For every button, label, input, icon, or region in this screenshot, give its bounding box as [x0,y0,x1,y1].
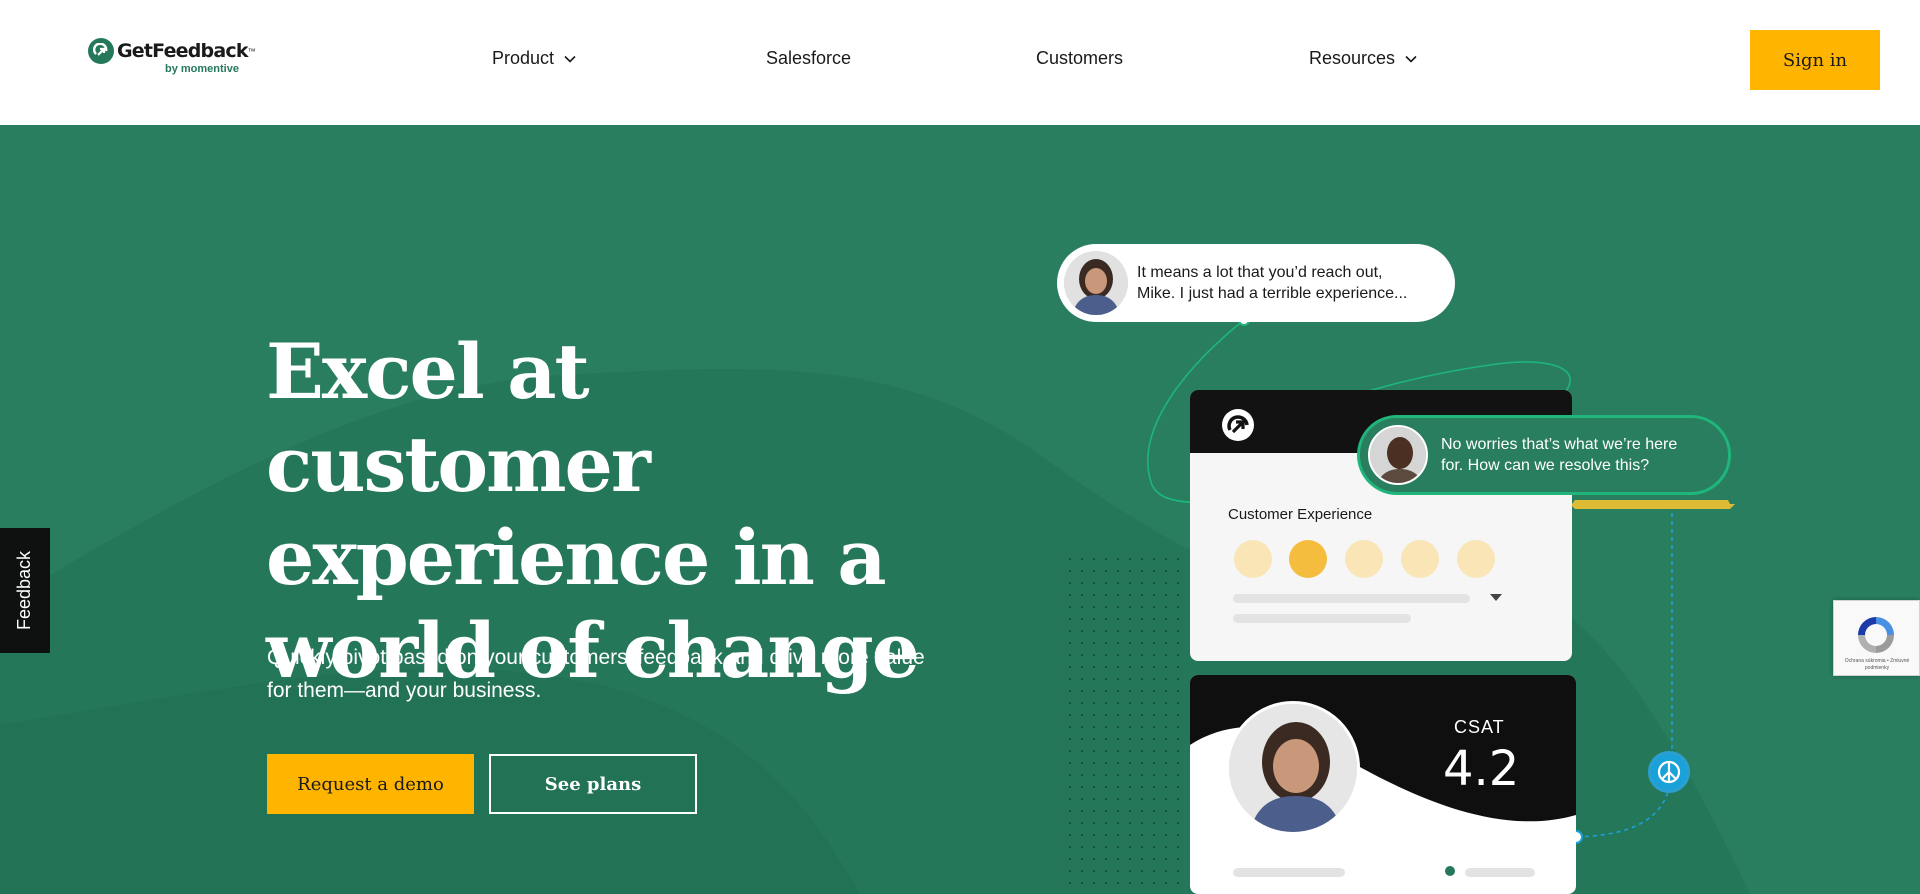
getfeedback-logo[interactable]: GetFeedback ™ by momentive [88,38,256,75]
recaptcha-icon [1858,617,1894,653]
logo-mark-icon [88,38,114,64]
feedback-tab-label: Feedback [14,550,35,631]
csat-value: 4.2 [1443,741,1520,797]
placeholder-bar [1233,614,1411,623]
angry-face-icon [1234,540,1272,578]
placeholder-bar [1233,868,1345,877]
logo-text: GetFeedback [117,40,248,62]
survey-title: Customer Experience [1228,506,1373,523]
site-header: GetFeedback ™ by momentive Product Salesf… [0,0,1920,125]
nav-item-product[interactable]: Product [492,48,577,69]
smiling-face-icon [1401,540,1439,578]
agent-chat-bubble: No worries that’s what we’re here for. H… [1357,415,1731,495]
agent-avatar [1368,425,1428,485]
sign-in-button[interactable]: Sign in [1750,30,1880,90]
customer-message: It means a lot that you’d reach out, Mik… [1137,262,1407,304]
nav-item-label: Product [492,48,555,68]
heart-eyes-face-icon [1457,540,1495,578]
feedback-side-tab[interactable]: Feedback [0,528,50,653]
hero-subtext: Quickly pivot based on your customers' f… [267,641,967,707]
nav-item-resources[interactable]: Resources [1309,48,1418,69]
csat-card: CSAT 4.2 [1190,675,1576,894]
placeholder-bar [1465,868,1535,877]
subtext-line: for them—and your business. [267,679,542,702]
recaptcha-text: Ochrana súkromia • Zmluvné podmienky [1844,658,1910,671]
recaptcha-badge[interactable]: Ochrana súkromia • Zmluvné podmienky [1833,600,1920,676]
request-demo-button[interactable]: Request a demo [267,754,474,814]
customer-avatar-large [1226,701,1360,835]
logo-subtitle: by momentive [165,63,239,75]
message-line: It means a lot that you’d reach out, [1137,264,1383,281]
nav-item-label: Customers [1036,48,1124,68]
chevron-down-icon [564,55,576,63]
peace-sign-icon[interactable] [1648,751,1690,793]
csat-label: CSAT [1454,717,1505,737]
subtext-line: Quickly pivot based on your customers' f… [267,646,925,669]
headline-line: experience in a [266,513,887,602]
status-dot [1445,866,1455,876]
message-line: for. How can we resolve this? [1441,457,1650,474]
getfeedback-mark-icon [1222,409,1254,441]
customer-avatar-small [1064,251,1128,315]
chevron-down-icon [1405,55,1417,63]
customer-chat-bubble: It means a lot that you’d reach out, Mik… [1057,244,1455,322]
message-line: Mike. I just had a terrible experience..… [1137,285,1408,302]
neutral-face-icon [1345,540,1383,578]
hero-section: Excel at customer experience in a world … [0,125,1920,894]
dropdown-caret-icon [1490,594,1502,601]
headline-line: Excel at customer [266,327,651,509]
nav-item-customers[interactable]: Customers [1036,48,1123,69]
worried-face-icon [1289,540,1327,578]
nav-item-label: Salesforce [766,48,852,68]
message-line: No worries that’s what we’re here [1441,436,1678,453]
nav-item-salesforce[interactable]: Salesforce [766,48,851,69]
agent-message: No worries that’s what we’re here for. H… [1441,434,1677,476]
nav-item-label: Resources [1309,48,1396,68]
see-plans-button[interactable]: See plans [489,754,697,814]
logo-trademark: ™ [247,46,256,56]
placeholder-bar [1233,594,1470,603]
